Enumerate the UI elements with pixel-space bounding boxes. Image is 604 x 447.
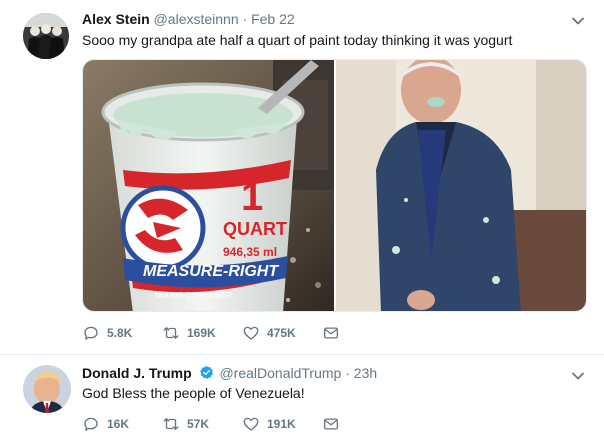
retweet-button[interactable]: 57K [162, 415, 242, 433]
tweet-alex-stein[interactable]: Alex Stein @alexsteinnn · Feb 22 Sooo my… [0, 0, 604, 355]
retweet-count: 169K [187, 326, 216, 340]
verified-badge-icon [199, 365, 213, 379]
speech-bubble-icon [84, 326, 98, 340]
display-name[interactable]: Alex Stein [82, 11, 150, 27]
timestamp[interactable]: Feb 22 [251, 11, 295, 27]
like-button[interactable]: 191K [242, 415, 322, 433]
avatar-photo [23, 365, 71, 413]
speech-bubble-icon [84, 417, 98, 431]
label-unit: QUART [223, 219, 287, 239]
reply-count: 5.8K [107, 326, 133, 340]
grandpa-image [336, 60, 586, 311]
tweet-donald-trump[interactable]: Donald J. Trump @realDonaldTrump · 23h G… [0, 356, 604, 447]
direct-message-button[interactable] [322, 415, 352, 433]
avatar-photo [23, 13, 69, 59]
reply-button[interactable]: 5.8K [82, 324, 162, 342]
like-button[interactable]: 475K [242, 324, 322, 342]
media-photo-paint-quart[interactable]: 1 QUART 946,35 ml MEASURE-RIGHT MIXING C… [83, 60, 334, 311]
tweet-header: Alex Stein @alexsteinnn · Feb 22 [82, 10, 295, 28]
like-count: 475K [267, 326, 296, 340]
like-count: 191K [267, 417, 296, 431]
tweet-text: Sooo my grandpa ate half a quart of pain… [82, 32, 513, 48]
label-brand: MEASURE-RIGHT [143, 263, 279, 280]
reply-count: 16K [107, 417, 130, 431]
display-name[interactable]: Donald J. Trump [82, 365, 192, 381]
direct-message-button[interactable] [322, 324, 352, 342]
media-photo-grandpa[interactable] [336, 60, 586, 311]
retweet-button[interactable]: 169K [162, 324, 242, 342]
separator-dot: · [242, 11, 248, 27]
chevron-down-icon[interactable] [570, 368, 586, 384]
retweet-arrows-icon [163, 418, 179, 430]
chevron-down-icon[interactable] [570, 13, 586, 29]
label-number: 1 [241, 175, 263, 219]
label-tagline: MIXING CONTAINER [155, 291, 232, 300]
envelope-icon [323, 327, 339, 339]
avatar[interactable] [23, 365, 71, 413]
envelope-icon [323, 418, 339, 430]
paint-quart-image: 1 QUART 946,35 ml MEASURE-RIGHT MIXING C… [83, 60, 334, 311]
avatar[interactable] [23, 13, 69, 59]
tweet-text: God Bless the people of Venezuela! [82, 385, 305, 401]
heart-outline-icon [243, 326, 259, 340]
tweet-actions: 16K 57K 191K [82, 414, 352, 434]
label-volume: 946,35 ml [223, 245, 277, 259]
user-handle[interactable]: @realDonaldTrump [219, 365, 341, 381]
timestamp[interactable]: 23h [354, 365, 377, 381]
tweet-media[interactable]: 1 QUART 946,35 ml MEASURE-RIGHT MIXING C… [82, 59, 587, 312]
user-handle[interactable]: @alexsteinnn [154, 11, 239, 27]
retweet-count: 57K [187, 417, 210, 431]
retweet-arrows-icon [163, 327, 179, 339]
tweet-header: Donald J. Trump @realDonaldTrump · 23h [82, 364, 377, 382]
reply-button[interactable]: 16K [82, 415, 162, 433]
separator-dot: · [345, 365, 350, 381]
heart-outline-icon [243, 417, 259, 431]
tweet-actions: 5.8K 169K 475K [82, 323, 352, 343]
